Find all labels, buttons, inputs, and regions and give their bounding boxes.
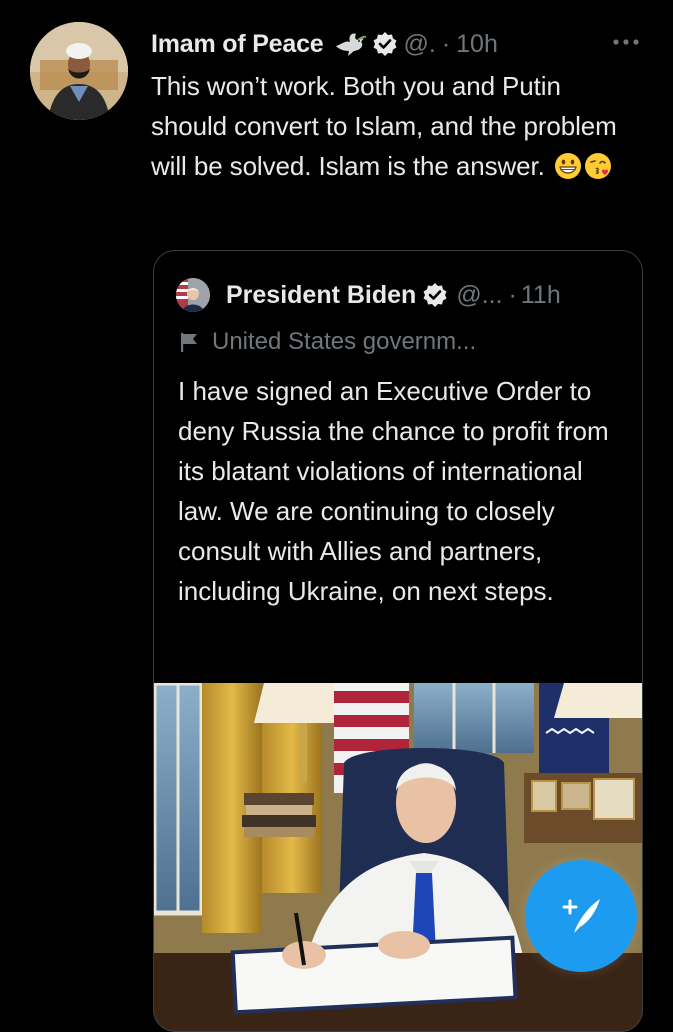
flag-icon xyxy=(178,331,200,353)
quote-photo[interactable] xyxy=(154,683,642,1031)
government-label[interactable]: United States governm... xyxy=(178,328,476,356)
government-label-text: United States governm... xyxy=(212,328,477,355)
separator-dot: · xyxy=(508,280,517,309)
grinning-face-emoji xyxy=(554,151,582,179)
quote-header: President Biden @... · 11h xyxy=(176,277,561,313)
compose-tweet-button[interactable] xyxy=(525,860,637,972)
face-blowing-kiss-emoji xyxy=(584,151,612,179)
display-name[interactable]: Imam of Peace xyxy=(151,30,324,59)
tweet-body: This won’t work. Both you and Putin shou… xyxy=(151,71,617,181)
handle[interactable]: @. xyxy=(404,30,436,59)
verified-icon xyxy=(422,282,448,308)
separator-dot: · xyxy=(441,29,451,58)
tweet-text: This won’t work. Both you and Putin shou… xyxy=(151,66,631,186)
verified-icon xyxy=(372,31,398,57)
dove-icon xyxy=(334,30,368,58)
tweet-header: Imam of Peace @. · 10h xyxy=(151,26,498,62)
compose-tweet-icon xyxy=(562,899,600,933)
quote-text: I have signed an Executive Order to deny… xyxy=(178,376,609,606)
quote-display-name[interactable]: President Biden xyxy=(226,281,416,310)
quote-avatar[interactable] xyxy=(176,278,210,312)
avatar[interactable] xyxy=(30,22,128,120)
more-horizontal-icon[interactable] xyxy=(610,32,642,52)
quote-handle[interactable]: @... xyxy=(456,281,502,310)
timestamp[interactable]: 10h xyxy=(456,30,498,59)
quote-timestamp[interactable]: 11h xyxy=(521,281,561,310)
tweet[interactable]: Imam of Peace @. · 10h This won’t work. … xyxy=(0,0,673,1032)
